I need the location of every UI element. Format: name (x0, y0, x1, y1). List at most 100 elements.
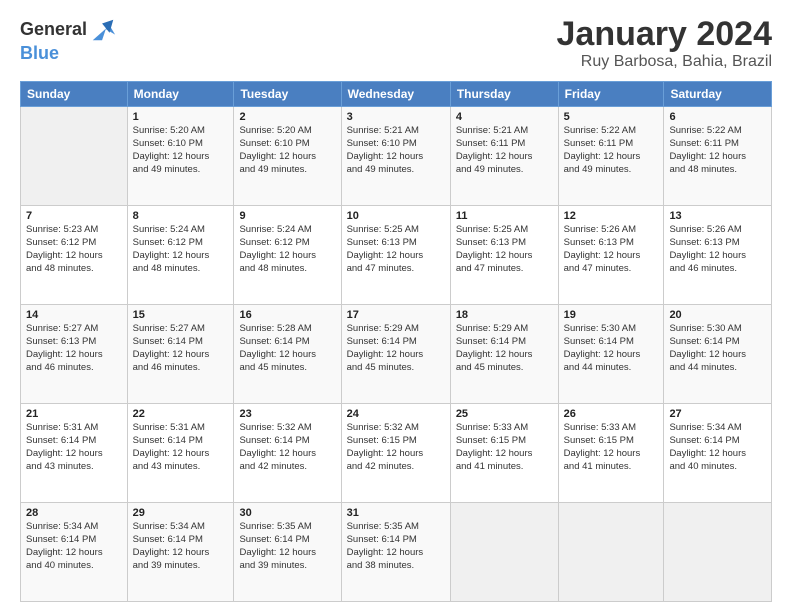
col-header-wednesday: Wednesday (341, 82, 450, 107)
calendar-cell: 25 Sunrise: 5:33 AM Sunset: 6:15 PM Dayli… (450, 404, 558, 503)
day-info: Sunrise: 5:34 AM Sunset: 6:14 PM Dayligh… (26, 521, 122, 572)
day-info: Sunrise: 5:34 AM Sunset: 6:14 PM Dayligh… (669, 422, 766, 473)
col-header-tuesday: Tuesday (234, 82, 341, 107)
col-header-sunday: Sunday (21, 82, 128, 107)
calendar-cell: 7 Sunrise: 5:23 AM Sunset: 6:12 PM Daylig… (21, 206, 128, 305)
col-header-saturday: Saturday (664, 82, 772, 107)
calendar-cell (664, 503, 772, 602)
day-info: Sunrise: 5:21 AM Sunset: 6:11 PM Dayligh… (456, 125, 553, 176)
calendar-cell: 4Sunrise: 5:21 AM Sunset: 6:11 PM Daylig… (450, 107, 558, 206)
day-number: 28 (26, 507, 122, 519)
day-number: 13 (669, 210, 766, 222)
week-row-1: 7 Sunrise: 5:23 AM Sunset: 6:12 PM Daylig… (21, 206, 772, 305)
week-row-4: 28 Sunrise: 5:34 AM Sunset: 6:14 PM Dayli… (21, 503, 772, 602)
day-number: 31 (347, 507, 445, 519)
day-number: 26 (564, 408, 659, 420)
header: General Blue January 2024 Ruy Barbosa, B… (20, 16, 772, 71)
day-number: 14 (26, 309, 122, 321)
logo-icon (89, 16, 117, 44)
day-number: 6 (669, 111, 766, 123)
calendar-cell: 5 Sunrise: 5:22 AM Sunset: 6:11 PM Daylig… (558, 107, 664, 206)
day-number: 8 (133, 210, 229, 222)
day-info: Sunrise: 5:21 AM Sunset: 6:10 PM Dayligh… (347, 125, 445, 176)
calendar-cell: 28 Sunrise: 5:34 AM Sunset: 6:14 PM Dayli… (21, 503, 128, 602)
day-number: 30 (239, 507, 335, 519)
day-number: 1 (133, 111, 229, 123)
day-number: 16 (239, 309, 335, 321)
day-info: Sunrise: 5:33 AM Sunset: 6:15 PM Dayligh… (456, 422, 553, 473)
day-number: 11 (456, 210, 553, 222)
day-info: Sunrise: 5:25 AM Sunset: 6:13 PM Dayligh… (456, 224, 553, 275)
week-row-2: 14Sunrise: 5:27 AM Sunset: 6:13 PM Dayli… (21, 305, 772, 404)
day-info: Sunrise: 5:32 AM Sunset: 6:14 PM Dayligh… (239, 422, 335, 473)
header-row: SundayMondayTuesdayWednesdayThursdayFrid… (21, 82, 772, 107)
day-info: Sunrise: 5:25 AM Sunset: 6:13 PM Dayligh… (347, 224, 445, 275)
day-number: 17 (347, 309, 445, 321)
day-info: Sunrise: 5:28 AM Sunset: 6:14 PM Dayligh… (239, 323, 335, 374)
calendar-cell (558, 503, 664, 602)
day-info: Sunrise: 5:22 AM Sunset: 6:11 PM Dayligh… (564, 125, 659, 176)
week-row-3: 21 Sunrise: 5:31 AM Sunset: 6:14 PM Dayli… (21, 404, 772, 503)
day-info: Sunrise: 5:33 AM Sunset: 6:15 PM Dayligh… (564, 422, 659, 473)
day-info: Sunrise: 5:29 AM Sunset: 6:14 PM Dayligh… (347, 323, 445, 374)
day-info: Sunrise: 5:30 AM Sunset: 6:14 PM Dayligh… (669, 323, 766, 374)
day-number: 19 (564, 309, 659, 321)
day-info: Sunrise: 5:32 AM Sunset: 6:15 PM Dayligh… (347, 422, 445, 473)
calendar-cell: 2 Sunrise: 5:20 AM Sunset: 6:10 PM Daylig… (234, 107, 341, 206)
calendar-cell: 12Sunrise: 5:26 AM Sunset: 6:13 PM Dayli… (558, 206, 664, 305)
day-info: Sunrise: 5:35 AM Sunset: 6:14 PM Dayligh… (239, 521, 335, 572)
calendar-cell: 19 Sunrise: 5:30 AM Sunset: 6:14 PM Dayli… (558, 305, 664, 404)
day-info: Sunrise: 5:35 AM Sunset: 6:14 PM Dayligh… (347, 521, 445, 572)
day-info: Sunrise: 5:22 AM Sunset: 6:11 PM Dayligh… (669, 125, 766, 176)
calendar-cell: 3Sunrise: 5:21 AM Sunset: 6:10 PM Daylig… (341, 107, 450, 206)
col-header-friday: Friday (558, 82, 664, 107)
calendar-cell: 26 Sunrise: 5:33 AM Sunset: 6:15 PM Dayli… (558, 404, 664, 503)
day-number: 25 (456, 408, 553, 420)
calendar-subtitle: Ruy Barbosa, Bahia, Brazil (557, 53, 773, 71)
calendar-cell: 14Sunrise: 5:27 AM Sunset: 6:13 PM Dayli… (21, 305, 128, 404)
calendar-cell: 18Sunrise: 5:29 AM Sunset: 6:14 PM Dayli… (450, 305, 558, 404)
day-number: 29 (133, 507, 229, 519)
day-info: Sunrise: 5:26 AM Sunset: 6:13 PM Dayligh… (669, 224, 766, 275)
day-info: Sunrise: 5:27 AM Sunset: 6:14 PM Dayligh… (133, 323, 229, 374)
day-info: Sunrise: 5:26 AM Sunset: 6:13 PM Dayligh… (564, 224, 659, 275)
calendar-cell: 6 Sunrise: 5:22 AM Sunset: 6:11 PM Daylig… (664, 107, 772, 206)
logo: General Blue (20, 16, 117, 64)
col-header-monday: Monday (127, 82, 234, 107)
day-number: 2 (239, 111, 335, 123)
day-number: 15 (133, 309, 229, 321)
logo-blue: Blue (20, 43, 59, 63)
day-number: 9 (239, 210, 335, 222)
day-info: Sunrise: 5:31 AM Sunset: 6:14 PM Dayligh… (133, 422, 229, 473)
day-number: 24 (347, 408, 445, 420)
calendar-cell: 16 Sunrise: 5:28 AM Sunset: 6:14 PM Dayli… (234, 305, 341, 404)
day-info: Sunrise: 5:23 AM Sunset: 6:12 PM Dayligh… (26, 224, 122, 275)
calendar-cell (450, 503, 558, 602)
day-info: Sunrise: 5:20 AM Sunset: 6:10 PM Dayligh… (239, 125, 335, 176)
page: General Blue January 2024 Ruy Barbosa, B… (0, 0, 792, 612)
calendar-title: January 2024 (557, 16, 773, 53)
day-number: 20 (669, 309, 766, 321)
calendar-cell: 24 Sunrise: 5:32 AM Sunset: 6:15 PM Dayli… (341, 404, 450, 503)
day-info: Sunrise: 5:30 AM Sunset: 6:14 PM Dayligh… (564, 323, 659, 374)
calendar-cell: 20 Sunrise: 5:30 AM Sunset: 6:14 PM Dayli… (664, 305, 772, 404)
day-number: 18 (456, 309, 553, 321)
day-info: Sunrise: 5:31 AM Sunset: 6:14 PM Dayligh… (26, 422, 122, 473)
day-info: Sunrise: 5:24 AM Sunset: 6:12 PM Dayligh… (239, 224, 335, 275)
calendar-cell: 15 Sunrise: 5:27 AM Sunset: 6:14 PM Dayli… (127, 305, 234, 404)
day-info: Sunrise: 5:20 AM Sunset: 6:10 PM Dayligh… (133, 125, 229, 176)
day-number: 5 (564, 111, 659, 123)
day-number: 10 (347, 210, 445, 222)
day-number: 27 (669, 408, 766, 420)
col-header-thursday: Thursday (450, 82, 558, 107)
calendar-cell: 8Sunrise: 5:24 AM Sunset: 6:12 PM Daylig… (127, 206, 234, 305)
calendar-cell: 23 Sunrise: 5:32 AM Sunset: 6:14 PM Dayli… (234, 404, 341, 503)
calendar-cell: 17 Sunrise: 5:29 AM Sunset: 6:14 PM Dayli… (341, 305, 450, 404)
calendar-cell: 29Sunrise: 5:34 AM Sunset: 6:14 PM Dayli… (127, 503, 234, 602)
day-number: 7 (26, 210, 122, 222)
calendar-cell: 11 Sunrise: 5:25 AM Sunset: 6:13 PM Dayli… (450, 206, 558, 305)
calendar-cell (21, 107, 128, 206)
logo-text: General (20, 20, 87, 40)
day-number: 23 (239, 408, 335, 420)
day-number: 21 (26, 408, 122, 420)
